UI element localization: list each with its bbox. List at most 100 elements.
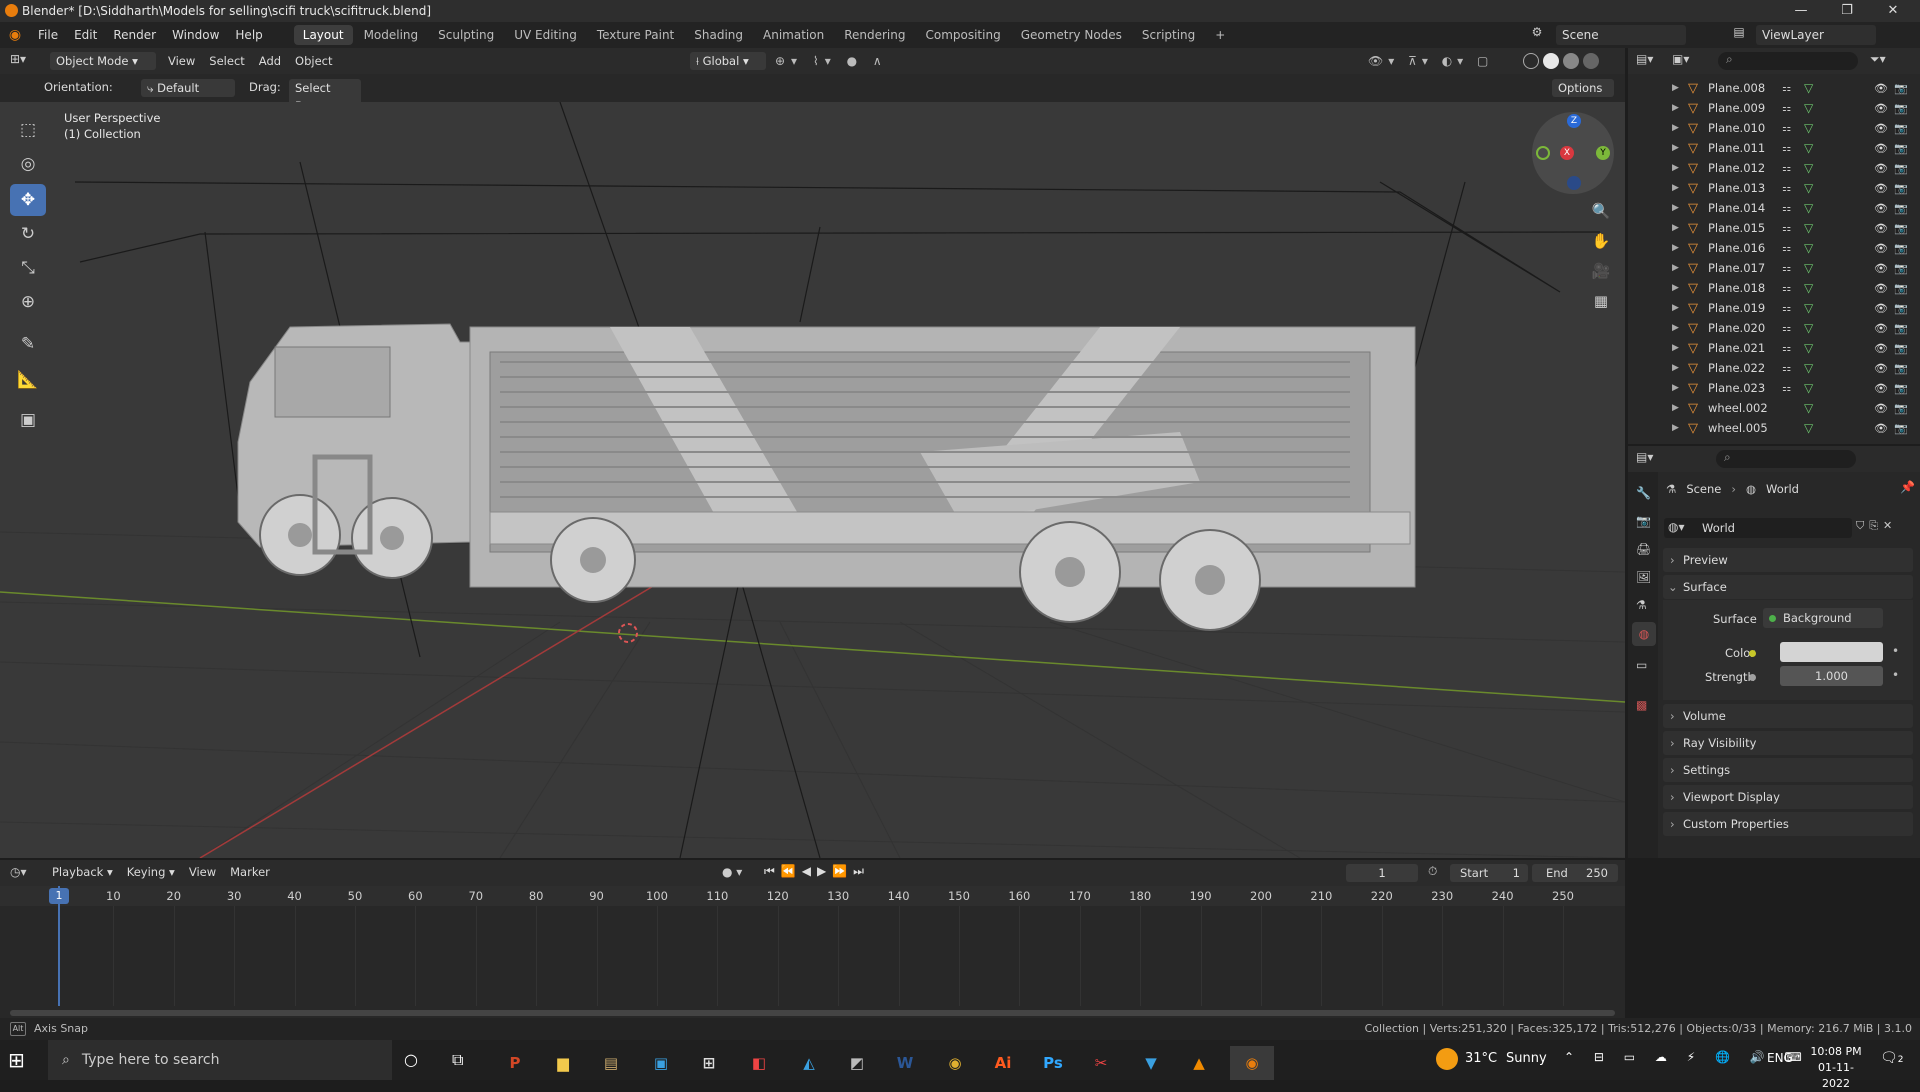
modifier-icon[interactable]: ⚏: [1782, 103, 1791, 114]
mode-dropdown[interactable]: Object Mode ▾: [50, 52, 156, 70]
timeline-menu-playback[interactable]: Playback ▾: [52, 865, 113, 879]
clock[interactable]: 10:08 PM 01-11-2022: [1808, 1044, 1864, 1092]
outliner-item[interactable]: ▶ ▽ Plane.019 ⚏ ▽ 👁 📷: [1628, 298, 1918, 318]
visibility-eye-icon[interactable]: 👁: [1874, 302, 1888, 315]
snapping-icons[interactable]: ⊕▾ ⌇▾ ● ∧: [775, 52, 888, 70]
render-camera-icon[interactable]: 📷: [1894, 342, 1908, 355]
visibility-eye-icon[interactable]: 👁: [1874, 362, 1888, 375]
start-frame-field[interactable]: Start 1: [1450, 864, 1528, 882]
select-box-tool-icon[interactable]: ⬚: [10, 114, 46, 146]
collapsed-panel[interactable]: › Volume: [1663, 704, 1913, 728]
blender-menu-icon[interactable]: ◉: [0, 27, 30, 43]
render-camera-icon[interactable]: 📷: [1894, 282, 1908, 295]
end-frame-field[interactable]: End 250: [1532, 864, 1618, 882]
app-icon-6[interactable]: ▼: [1134, 1046, 1168, 1080]
collapsed-panel[interactable]: › Settings: [1663, 758, 1913, 782]
surface-shader-field[interactable]: Background: [1763, 608, 1883, 628]
panel-preview[interactable]: › Preview: [1663, 548, 1913, 572]
expand-arrow-icon[interactable]: ▶: [1672, 223, 1679, 233]
maximize-button[interactable]: ❐: [1824, 0, 1870, 22]
outliner-item[interactable]: ▶ ▽ Plane.016 ⚏ ▽ 👁 📷: [1628, 238, 1918, 258]
transform-orientation-dropdown[interactable]: ⟊ Global ▾: [690, 52, 766, 70]
visibility-eye-icon[interactable]: 👁: [1874, 82, 1888, 95]
pan-hand-icon[interactable]: ✋: [1588, 228, 1614, 254]
taskbar-search-box[interactable]: ⌕ Type here to search: [48, 1040, 392, 1080]
vlc-icon[interactable]: ▲: [1182, 1046, 1216, 1080]
mesh-data-icon[interactable]: ▽: [1804, 261, 1813, 275]
timeline-menu-marker[interactable]: Marker: [230, 865, 270, 879]
workspace-tab-layout[interactable]: Layout: [293, 25, 353, 45]
timeline-editor-icon[interactable]: ◷▾: [10, 865, 27, 879]
wireframe-shading-icon[interactable]: [1523, 53, 1539, 69]
output-tab-icon[interactable]: 🖨: [1636, 542, 1651, 556]
visibility-eye-icon[interactable]: 👁: [1874, 402, 1888, 415]
outliner-item[interactable]: ▶ ▽ Plane.022 ⚏ ▽ 👁 📷: [1628, 358, 1918, 378]
visibility-eye-icon[interactable]: 👁: [1874, 262, 1888, 275]
scene-field[interactable]: Scene: [1556, 25, 1686, 45]
outliner-item[interactable]: ▶ ▽ Plane.013 ⚏ ▽ 👁 📷: [1628, 178, 1918, 198]
render-camera-icon[interactable]: 📷: [1894, 222, 1908, 235]
outliner-item-label[interactable]: Plane.015: [1708, 221, 1765, 235]
windows-start-icon[interactable]: ⊞: [8, 1048, 25, 1072]
render-camera-icon[interactable]: 📷: [1894, 242, 1908, 255]
minimize-button[interactable]: —: [1778, 0, 1824, 22]
visibility-eye-icon[interactable]: 👁: [1874, 142, 1888, 155]
task-view-icon[interactable]: ⧉: [452, 1050, 463, 1070]
modifier-icon[interactable]: ⚏: [1782, 223, 1791, 234]
expand-arrow-icon[interactable]: ▶: [1672, 323, 1679, 333]
transform-tool-icon[interactable]: ⊕: [10, 286, 46, 318]
photoshop-icon[interactable]: Ps: [1036, 1046, 1070, 1080]
outliner-item-label[interactable]: Plane.016: [1708, 241, 1765, 255]
world-datablock-field[interactable]: World: [1664, 518, 1852, 538]
outliner-item-label[interactable]: wheel.002: [1708, 401, 1768, 415]
notifications-icon[interactable]: 🗨2: [1880, 1050, 1904, 1066]
panel-surface[interactable]: ⌄ Surface: [1663, 575, 1913, 599]
cortana-icon[interactable]: ○: [404, 1050, 418, 1069]
language-indicator[interactable]: ENG: [1767, 1051, 1793, 1065]
outliner-item-label[interactable]: Plane.018: [1708, 281, 1765, 295]
expand-arrow-icon[interactable]: ▶: [1672, 363, 1679, 373]
rotate-tool-icon[interactable]: ↻: [10, 218, 46, 250]
outliner-search-icon[interactable]: ⌕: [1718, 52, 1858, 70]
collapsed-panel[interactable]: › Custom Properties: [1663, 812, 1913, 836]
workspace-tab-modeling[interactable]: Modeling: [355, 25, 428, 45]
outliner-item[interactable]: ▶ ▽ wheel.005 ▽ 👁 📷: [1628, 418, 1918, 438]
render-camera-icon[interactable]: 📷: [1894, 322, 1908, 335]
visibility-eye-icon[interactable]: 👁: [1874, 222, 1888, 235]
current-frame-field[interactable]: 1: [1346, 864, 1418, 882]
expand-arrow-icon[interactable]: ▶: [1672, 243, 1679, 253]
render-camera-icon[interactable]: 📷: [1894, 122, 1908, 135]
strength-keyframe-icon[interactable]: •: [1892, 668, 1899, 682]
outliner-filter-icon[interactable]: ⏷▾: [1870, 52, 1886, 67]
outliner-item[interactable]: ▶ ▽ Plane.018 ⚏ ▽ 👁 📷: [1628, 278, 1918, 298]
strength-field[interactable]: 1.000: [1780, 666, 1883, 686]
visibility-eye-icon[interactable]: 👁: [1874, 102, 1888, 115]
workspace-tab-shading[interactable]: Shading: [685, 25, 752, 45]
render-camera-icon[interactable]: 📷: [1894, 382, 1908, 395]
properties-editor-icon[interactable]: ▤▾: [1636, 450, 1653, 464]
camera-view-icon[interactable]: 🎥: [1588, 258, 1614, 284]
expand-arrow-icon[interactable]: ▶: [1672, 343, 1679, 353]
mesh-data-icon[interactable]: ▽: [1804, 181, 1813, 195]
outliner-item-label[interactable]: Plane.014: [1708, 201, 1765, 215]
scene-tab-icon[interactable]: ⚗: [1636, 598, 1647, 612]
collapsed-panel[interactable]: › Viewport Display: [1663, 785, 1913, 809]
render-camera-icon[interactable]: 📷: [1894, 202, 1908, 215]
timeline-scrollbar[interactable]: [10, 1010, 1615, 1016]
app-icon-1[interactable]: ▤: [594, 1046, 628, 1080]
add-workspace-icon[interactable]: +: [1206, 25, 1234, 45]
modifier-icon[interactable]: ⚏: [1782, 83, 1791, 94]
mesh-data-icon[interactable]: ▽: [1804, 141, 1813, 155]
outliner-item[interactable]: ▶ ▽ Plane.012 ⚏ ▽ 👁 📷: [1628, 158, 1918, 178]
workspace-tab-sculpting[interactable]: Sculpting: [429, 25, 503, 45]
render-camera-icon[interactable]: 📷: [1894, 182, 1908, 195]
outliner-item-label[interactable]: Plane.017: [1708, 261, 1765, 275]
outliner-item-label[interactable]: Plane.010: [1708, 121, 1765, 135]
viewport-menu-object[interactable]: Object: [295, 52, 332, 70]
menu-file[interactable]: File: [30, 22, 66, 48]
workspace-tab-uv-editing[interactable]: UV Editing: [505, 25, 586, 45]
outliner-display-mode-icon[interactable]: ▣▾: [1672, 52, 1689, 66]
record-icon[interactable]: ● ▾: [722, 865, 742, 879]
modifier-icon[interactable]: ⚏: [1782, 303, 1791, 314]
move-tool-icon[interactable]: ✥: [10, 184, 46, 216]
